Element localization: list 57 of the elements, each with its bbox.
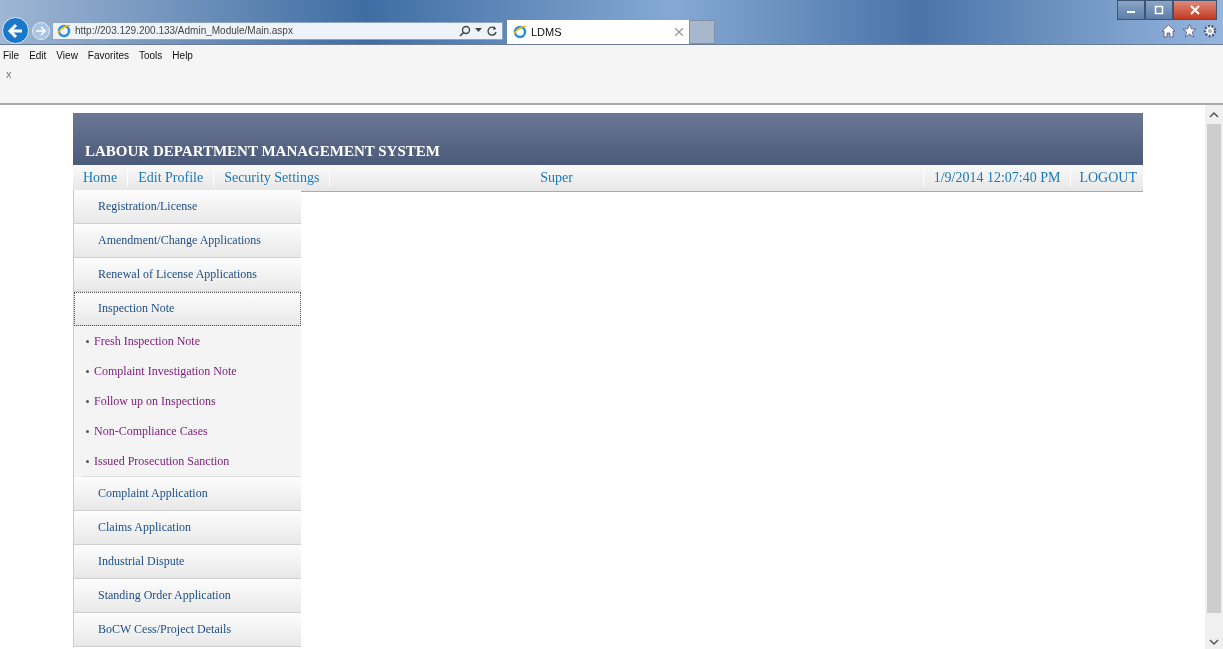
close-icon[interactable] [675,28,683,36]
dropdown-icon[interactable] [475,28,482,33]
menu-item[interactable]: File [3,49,20,61]
close-icon [1190,5,1200,15]
restore-icon [1154,5,1164,15]
date-time: 1/9/2014 12:07:40 PM [922,170,1071,186]
sidebar-item[interactable]: Claims Application [74,511,301,545]
url-text: http://203.129.200.133/Admin_Module/Main.aspx [75,25,293,36]
logout-link[interactable]: LOGOUT [1070,170,1143,186]
bullet-icon [86,399,89,403]
browser-logo-icon [57,23,71,38]
bullet-icon [86,369,89,373]
settings-icon[interactable] [1203,23,1217,38]
scrollbar[interactable] [1205,105,1223,649]
search-icon[interactable] [459,24,471,37]
bullet-icon [86,459,89,463]
sidebar-item[interactable]: Industrial Dispute [74,545,301,579]
submenu-link[interactable]: Issued Prosecution Sanction [94,453,230,469]
menu-item[interactable]: Edit [29,49,47,61]
bullet-icon [86,339,89,343]
sidebar-item[interactable]: Amendment/Change Applications [74,224,301,258]
scroll-down-icon[interactable] [1209,639,1219,646]
minimize-button[interactable] [1117,0,1145,20]
menu-item[interactable]: Help [172,49,193,61]
nav-link[interactable]: Edit Profile [128,170,215,186]
sidebar-item[interactable]: Registration/License [74,190,301,224]
app-title: LABOUR DEPARTMENT MANAGEMENT SYSTEM [85,143,440,160]
bullet-icon [86,429,89,433]
menu-item[interactable]: Favorites [87,49,129,61]
menu-item[interactable]: Tools [139,49,163,61]
star-icon[interactable] [1182,23,1197,38]
sidebar-item[interactable]: Renewal of License Applications [74,258,301,292]
submenu-link[interactable]: Fresh Inspection Note [94,333,200,349]
maximize-button[interactable] [1145,0,1173,20]
sidebar-item[interactable]: BoCW Cess/Project Details [74,613,301,647]
browser-logo-icon [513,25,527,39]
scroll-thumb[interactable] [1207,124,1221,613]
back-button[interactable] [2,17,29,44]
user-name: Super [539,170,574,186]
address-bar[interactable]: http://203.129.200.133/Admin_Module/Main.aspx [52,21,503,40]
nav-link[interactable]: Security Settings [214,170,331,186]
browser-tab[interactable]: LDMS [507,20,689,44]
sidebar-item[interactable]: Standing Order Application [74,579,301,613]
refresh-icon[interactable] [486,24,498,37]
forward-arrow-icon [34,23,48,38]
submenu-link[interactable]: Complaint Investigation Note [94,363,237,379]
close-button[interactable] [1173,0,1217,20]
submenu-link[interactable]: Follow up on Inspections [94,393,216,409]
tab-title: LDMS [531,26,562,38]
menu-item[interactable]: View [56,49,78,61]
sidebar-item[interactable]: Complaint Application [74,477,301,511]
scroll-up-icon[interactable] [1209,111,1219,118]
close-command-bar[interactable]: x [6,68,12,80]
nav-link[interactable]: Home [73,170,129,186]
sidebar-item[interactable]: Inspection Note [74,292,301,326]
home-icon[interactable] [1161,23,1176,38]
submenu-link[interactable]: Non-Compliance Cases [94,423,208,439]
